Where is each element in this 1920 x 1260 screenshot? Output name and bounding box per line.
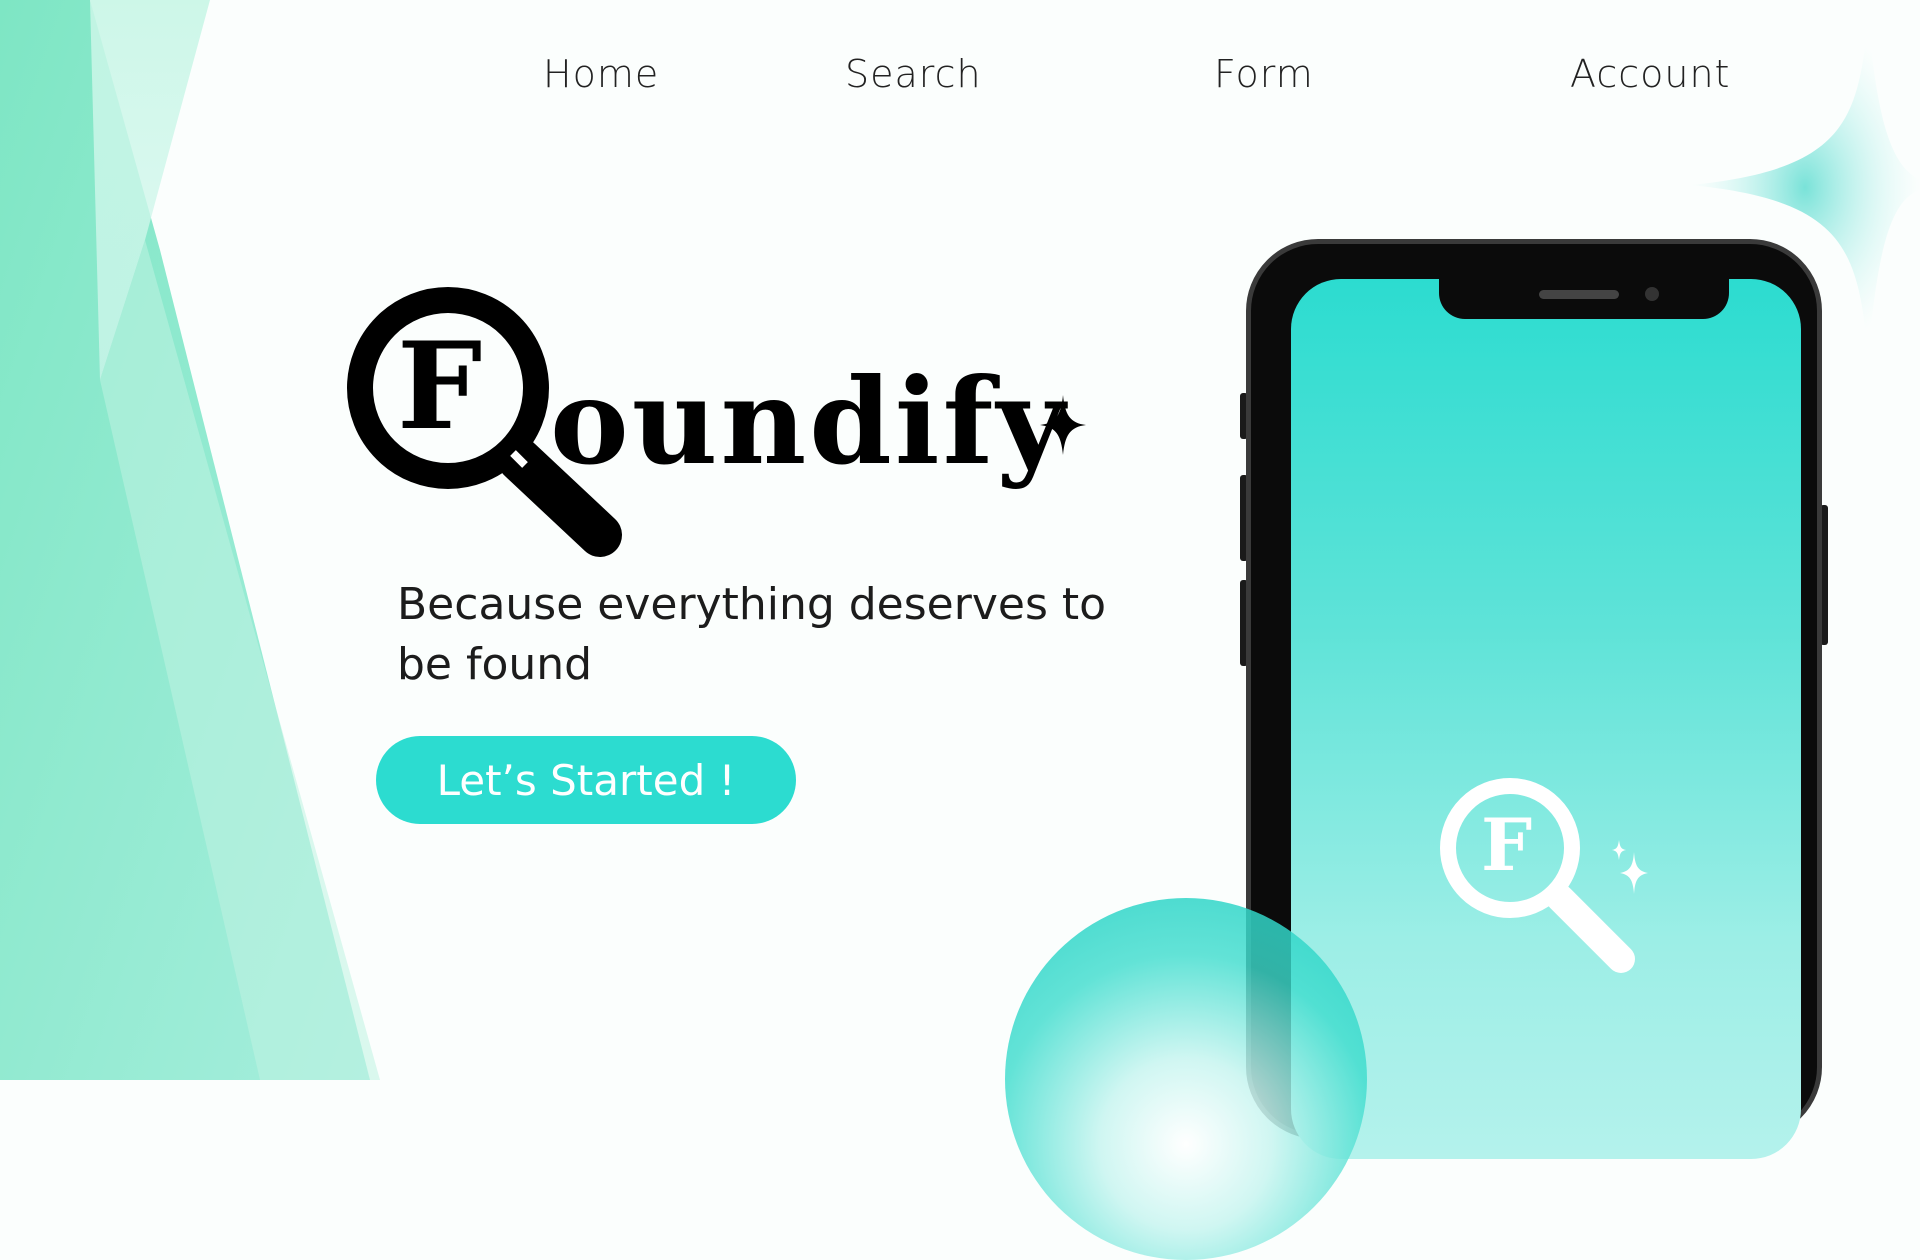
logo-letter-f: F [397, 316, 483, 457]
nav-home[interactable]: Home [543, 52, 659, 96]
phone-screen: F [1291, 279, 1801, 1159]
app-magnifier-icon [1440, 778, 1648, 973]
tagline: Because everything deserves to be found [397, 579, 1107, 690]
camera-icon [1645, 287, 1659, 301]
phone-notch [1439, 279, 1729, 319]
get-started-button[interactable]: Let’s Started ! [376, 736, 796, 824]
sparkle-icon [1040, 395, 1086, 455]
logo-wordmark: oundify [550, 352, 1068, 491]
phone-mockup: F [1240, 235, 1830, 1159]
app-icon-letter: F [1481, 802, 1533, 887]
nav-account[interactable]: Account [1570, 52, 1730, 96]
nav-search[interactable]: Search [845, 52, 982, 96]
phone-speaker [1539, 290, 1619, 299]
decorative-bubble [1005, 898, 1367, 1260]
foundify-logo: F oundify [345, 285, 1095, 560]
nav-form[interactable]: Form [1214, 52, 1314, 96]
